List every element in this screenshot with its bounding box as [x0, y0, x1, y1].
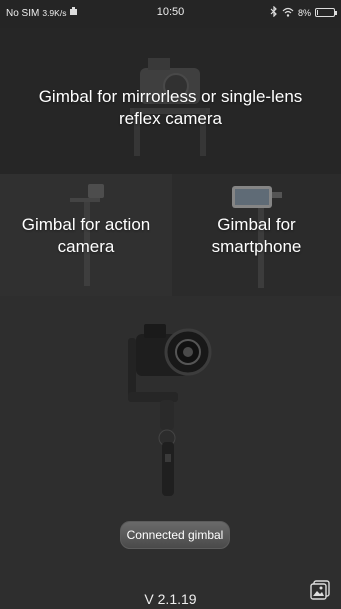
mirrorless-gimbal-label: Gimbal for mirrorless or single-lens ref…	[38, 87, 303, 128]
gallery-icon[interactable]	[309, 579, 331, 601]
option-smartphone-gimbal[interactable]: Gimbal for smartphone	[172, 174, 341, 296]
action-gimbal-label: Gimbal for action camera	[21, 215, 151, 256]
status-right: 8%	[270, 5, 337, 19]
wifi-icon	[282, 7, 294, 19]
option-mirrorless-gimbal[interactable]: Gimbal for mirrorless or single-lens ref…	[0, 28, 341, 174]
status-bar: No SIM 3.9K/s 10:50 8%	[0, 0, 341, 28]
version-label: V 2.1.19	[144, 591, 197, 607]
smartphone-gimbal-label: Gimbal for smartphone	[211, 215, 302, 256]
option-action-camera-gimbal[interactable]: Gimbal for action camera	[0, 174, 172, 296]
gimbal-product-image	[128, 324, 212, 496]
battery-percent: 8%	[297, 7, 311, 18]
connected-gimbal-area	[0, 296, 341, 609]
connected-gimbal-button[interactable]: Connected gimbal	[120, 521, 230, 549]
battery-fill	[317, 10, 318, 15]
battery-icon	[315, 8, 337, 17]
bluetooth-icon	[270, 5, 278, 19]
